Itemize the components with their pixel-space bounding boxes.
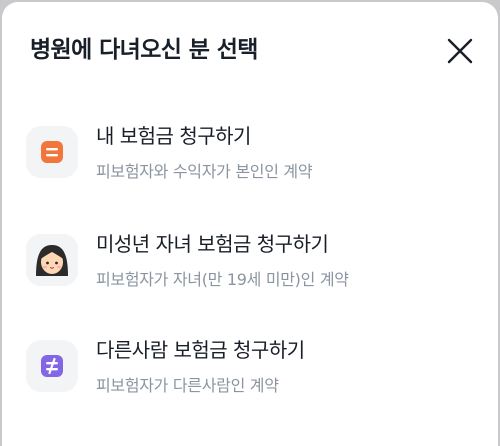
option-other-person-claim[interactable]: 다른사람 보험금 청구하기 피보험자가 다른사람인 계약: [2, 324, 498, 420]
not-equal-icon: [41, 355, 63, 377]
option-icon-container: [26, 340, 78, 392]
option-title: 다른사람 보험금 청구하기: [96, 338, 305, 362]
option-subtitle: 피보험자와 수익자가 본인인 계약: [96, 162, 313, 181]
bottom-sheet: 병원에 다녀오신 분 선택 내 보험금 청구하기 피보험자와 수익자가 본인인 …: [2, 2, 498, 446]
option-my-claim[interactable]: 내 보험금 청구하기 피보험자와 수익자가 본인인 계약: [2, 110, 498, 206]
option-title: 미성년 자녀 보험금 청구하기: [96, 232, 329, 256]
option-icon-container: [26, 234, 78, 286]
close-button[interactable]: [443, 34, 477, 68]
option-title: 내 보험금 청구하기: [96, 124, 251, 148]
close-icon[interactable]: [443, 34, 477, 68]
option-subtitle: 피보험자가 다른사람인 계약: [96, 376, 279, 395]
equals-icon: [41, 141, 63, 163]
option-icon-container: [26, 126, 78, 178]
child-face-icon: [36, 245, 68, 276]
sheet-title: 병원에 다녀오신 분 선택: [30, 37, 258, 63]
option-minor-child-claim[interactable]: 미성년 자녀 보험금 청구하기 피보험자가 자녀(만 19세 미만)인 계약: [2, 218, 498, 314]
option-subtitle: 피보험자가 자녀(만 19세 미만)인 계약: [96, 270, 349, 289]
